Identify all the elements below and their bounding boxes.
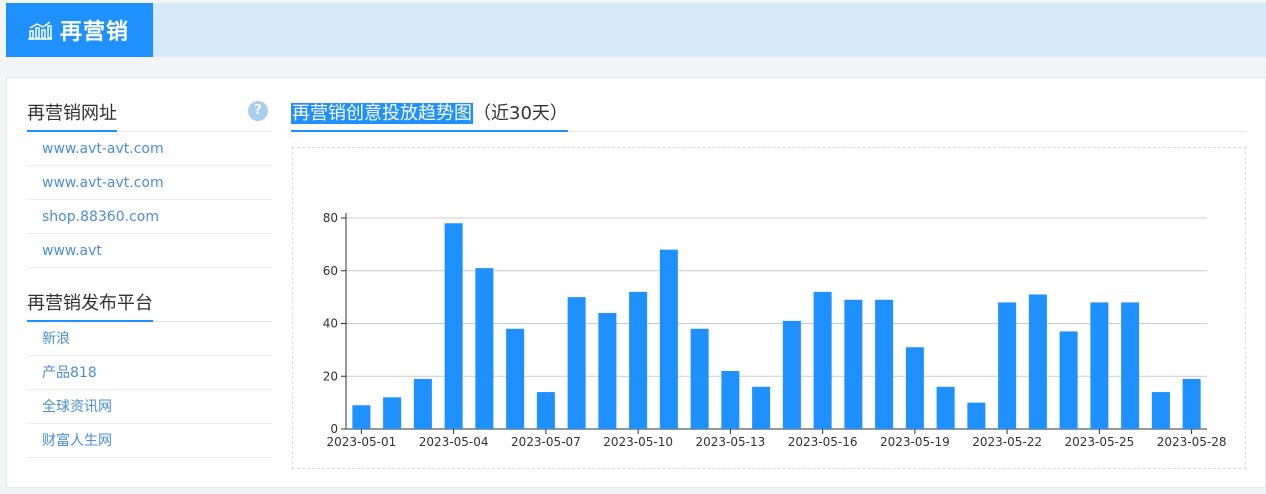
- bar: [844, 299, 863, 429]
- bar: [629, 291, 648, 429]
- bar: [536, 392, 555, 429]
- bar: [752, 386, 771, 429]
- platform-link[interactable]: 新浪: [27, 322, 272, 356]
- help-icon[interactable]: ?: [248, 101, 268, 121]
- bar: [659, 249, 678, 429]
- bar: [444, 223, 463, 429]
- top-bar: 再营销: [6, 3, 1266, 57]
- bar-chart-trend-icon: [28, 21, 52, 40]
- bar: [475, 268, 494, 429]
- x-tick-label: 2023-05-16: [788, 435, 858, 449]
- bar: [936, 386, 955, 429]
- brand-block[interactable]: 再营销: [6, 3, 153, 57]
- platform-section-header: 再营销发布平台: [27, 286, 272, 322]
- bar: [352, 405, 371, 429]
- bar: [721, 370, 740, 429]
- page-title: 再营销: [60, 20, 130, 45]
- bar: [506, 328, 525, 429]
- bar: [598, 312, 617, 429]
- y-tick-label: 40: [323, 317, 338, 331]
- x-tick-label: 2023-05-10: [603, 435, 673, 449]
- x-tick-label: 2023-05-13: [696, 435, 766, 449]
- platform-section-title: 再营销发布平台: [27, 289, 153, 322]
- bar: [1151, 392, 1170, 429]
- url-section-header: 再营销网址 ?: [27, 96, 272, 132]
- platform-link[interactable]: 全球资讯网: [27, 390, 272, 424]
- bar: [1182, 378, 1201, 429]
- url-link[interactable]: www.avt-avt.com: [27, 166, 272, 200]
- chart-box: 0 20 40 60 80 2023-05-01 2023-05-04 2023-05-07 2…: [292, 147, 1246, 469]
- platform-link[interactable]: 财富人生网: [27, 424, 272, 458]
- platform-list: 新浪 产品818 全球资讯网 财富人生网: [27, 322, 272, 458]
- x-tick-label: 2023-05-04: [419, 435, 489, 449]
- y-tick-label: 20: [323, 369, 338, 383]
- bar: [998, 302, 1017, 429]
- chart-area: 再营销创意投放趋势图（近30天） 0 20 40 60 80 2023-05-01 2023…: [291, 96, 1247, 469]
- x-tick-label: 2023-05-22: [972, 435, 1042, 449]
- bar: [413, 378, 432, 429]
- url-link[interactable]: www.avt-avt.com: [27, 132, 272, 166]
- y-tick-label: 80: [323, 211, 338, 225]
- bar: [875, 299, 894, 429]
- x-tick-label: 2023-05-01: [327, 435, 397, 449]
- url-section-title: 再营销网址: [27, 99, 117, 132]
- chart-title: 再营销创意投放趋势图: [291, 103, 473, 124]
- main-panel: 再营销网址 ? www.avt-avt.com www.avt-avt.com …: [6, 77, 1266, 488]
- y-tick-label: 60: [323, 264, 338, 278]
- url-link[interactable]: www.avt: [27, 234, 272, 268]
- chart-subtitle: （近30天）: [473, 103, 568, 124]
- url-list: www.avt-avt.com www.avt-avt.com shop.883…: [27, 132, 272, 268]
- x-tick-label: 2023-05-28: [1157, 435, 1227, 449]
- bar-chart: 0 20 40 60 80 2023-05-01 2023-05-04 2023-05-07 2…: [323, 211, 1227, 449]
- bar: [1028, 294, 1047, 429]
- chart-title-wrap: 再营销创意投放趋势图（近30天）: [291, 99, 568, 132]
- bar: [1059, 331, 1078, 429]
- platform-link[interactable]: 产品818: [27, 356, 272, 390]
- bar: [567, 297, 586, 429]
- bar: [383, 397, 402, 429]
- sidebar: 再营销网址 ? www.avt-avt.com www.avt-avt.com …: [27, 96, 272, 458]
- chart-header: 再营销创意投放趋势图（近30天）: [291, 96, 1247, 132]
- x-tick-label: 2023-05-19: [880, 435, 950, 449]
- bar: [782, 320, 801, 429]
- bar: [1121, 302, 1140, 429]
- bar: [967, 402, 986, 429]
- bar: [813, 291, 832, 429]
- url-link[interactable]: shop.88360.com: [27, 200, 272, 234]
- bar: [905, 347, 924, 429]
- x-tick-label: 2023-05-07: [511, 435, 581, 449]
- x-tick-label: 2023-05-25: [1065, 435, 1135, 449]
- y-tick-label: 0: [330, 422, 338, 436]
- bar: [690, 328, 709, 429]
- bar: [1090, 302, 1109, 429]
